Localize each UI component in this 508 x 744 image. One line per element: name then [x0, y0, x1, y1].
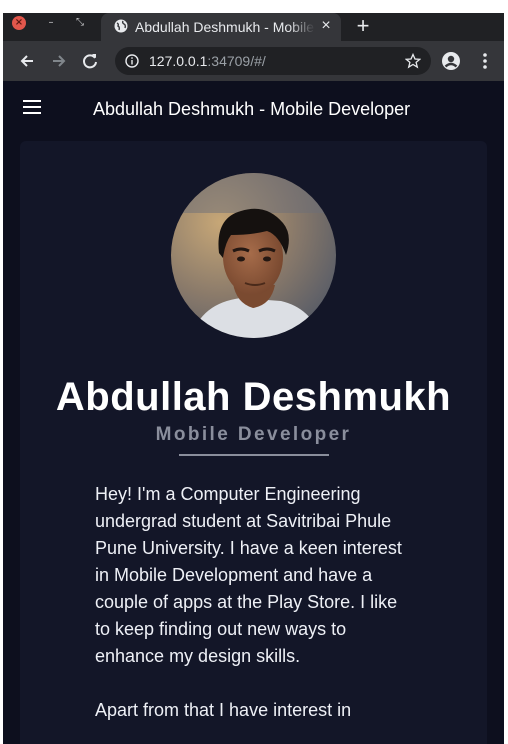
url-host: 127.0.0.1 — [149, 53, 208, 69]
profile-icon[interactable] — [441, 51, 461, 71]
globe-icon — [114, 19, 128, 33]
app-bar: Abdullah Deshmukh - Mobile Developer — [3, 81, 504, 137]
forward-arrow-icon[interactable] — [49, 51, 69, 71]
profile-role: Mobile Developer — [155, 424, 352, 445]
tab-title: Abdullah Deshmukh - Mobile Developer — [135, 19, 315, 35]
browser-tab[interactable]: Abdullah Deshmukh - Mobile Developer × — [101, 13, 341, 41]
url-text: 127.0.0.1:34709/#/ — [149, 53, 266, 69]
new-tab-button[interactable]: + — [353, 15, 373, 37]
bio-paragraph: Hey! I'm a Computer Engineering undergra… — [95, 484, 402, 666]
page-viewport: Abdullah Deshmukh - Mobile Developer Abd… — [3, 81, 504, 744]
bio-text: Hey! I'm a Computer Engineering undergra… — [95, 481, 415, 744]
back-arrow-icon[interactable] — [17, 51, 37, 71]
reload-icon[interactable] — [80, 51, 100, 71]
browser-chrome: × – ⤡ Abdullah Deshmukh - Mobile Develop… — [3, 13, 504, 81]
tab-close-button[interactable]: × — [318, 18, 334, 34]
browser-menu-icon[interactable] — [478, 51, 492, 71]
window-minimize-button[interactable]: – — [44, 16, 58, 30]
avatar — [171, 173, 336, 338]
hamburger-icon[interactable] — [23, 100, 41, 114]
address-bar[interactable]: 127.0.0.1:34709/#/ — [115, 47, 431, 75]
profile-name: Abdullah Deshmukh — [55, 375, 452, 419]
window-maximize-button[interactable]: ⤡ — [73, 16, 87, 30]
info-icon[interactable] — [125, 54, 139, 68]
role-underline — [179, 454, 329, 456]
window-close-button[interactable]: × — [12, 16, 26, 30]
bookmark-star-icon[interactable] — [405, 53, 421, 69]
browser-toolbar: 127.0.0.1:34709/#/ — [3, 41, 504, 81]
app-bar-title: Abdullah Deshmukh - Mobile Developer — [93, 99, 411, 119]
bio-paragraph: Apart from that I have interest in — [95, 700, 352, 720]
tab-strip: × – ⤡ Abdullah Deshmukh - Mobile Develop… — [3, 13, 504, 41]
url-path: :34709/#/ — [207, 53, 266, 69]
profile-card: Abdullah Deshmukh Mobile Developer Hey! … — [20, 141, 487, 744]
